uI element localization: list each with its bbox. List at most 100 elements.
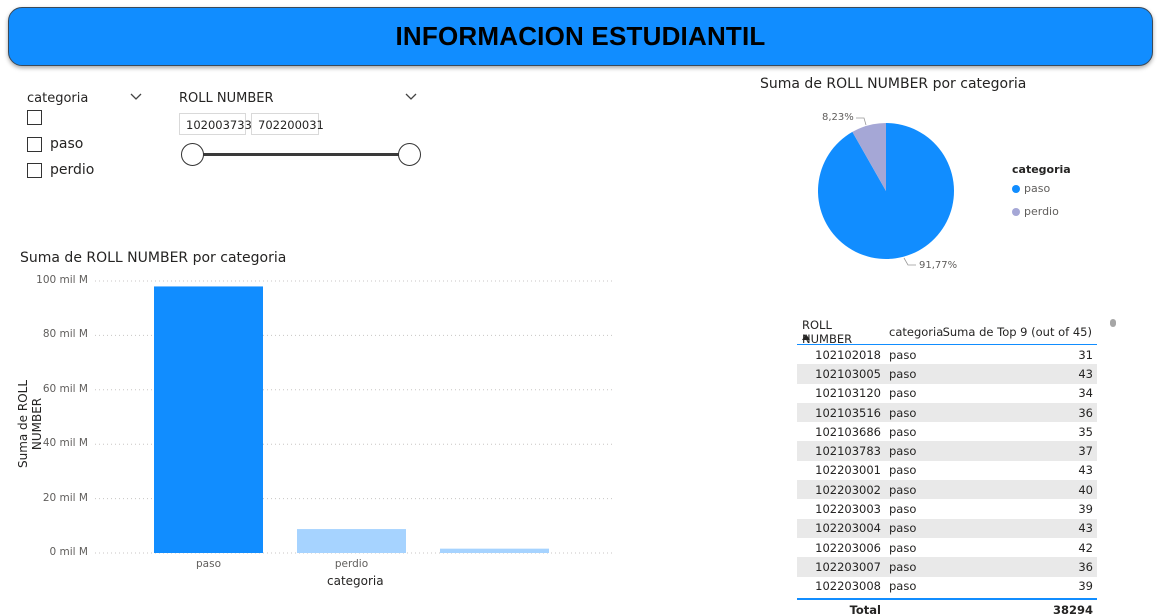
cell-categoria: paso bbox=[889, 366, 917, 381]
legend-dot bbox=[1012, 184, 1020, 193]
bar-paso[interactable] bbox=[154, 286, 263, 553]
column-header-roll-number[interactable]: ROLL NUMBER bbox=[797, 318, 885, 346]
sort-ascending-icon[interactable] bbox=[802, 334, 810, 340]
bar-chart-title: Suma de ROLL NUMBER por categoria bbox=[20, 250, 287, 266]
cell-roll-number: 102203008 bbox=[815, 579, 881, 594]
table-row[interactable]: 102103120 paso 34 bbox=[797, 384, 1097, 403]
table-row[interactable]: 102203001 paso 43 bbox=[797, 461, 1097, 480]
table-row[interactable]: 102102018 paso 31 bbox=[797, 345, 1097, 364]
cell-categoria: paso bbox=[889, 559, 917, 574]
cell-suma: 35 bbox=[1078, 424, 1093, 439]
top-roll-table: ROLL NUMBER categoria Suma de Top 9 (out… bbox=[797, 318, 1097, 615]
cell-suma: 31 bbox=[1078, 347, 1093, 362]
cell-roll-number: 102103005 bbox=[815, 366, 881, 381]
table-row[interactable]: 102203002 paso 40 bbox=[797, 480, 1097, 500]
cell-roll-number: 102103516 bbox=[815, 405, 881, 420]
cell-categoria: paso bbox=[889, 521, 917, 536]
cell-categoria: paso bbox=[889, 502, 917, 517]
cell-categoria: paso bbox=[889, 444, 917, 459]
cell-roll-number: 102203003 bbox=[815, 502, 881, 517]
bar-blank[interactable] bbox=[440, 548, 549, 553]
categoria-option-perdio[interactable]: perdio bbox=[27, 162, 94, 178]
table-row[interactable]: 102103783 paso 37 bbox=[797, 441, 1097, 461]
page-banner: INFORMACION ESTUDIANTIL bbox=[8, 7, 1153, 66]
cell-suma: 39 bbox=[1078, 502, 1093, 517]
cell-roll-number: 102103120 bbox=[815, 386, 881, 401]
range-slider-track[interactable] bbox=[192, 153, 410, 156]
checkbox[interactable] bbox=[27, 110, 42, 125]
pie-leader-line bbox=[856, 117, 867, 126]
cell-suma: 37 bbox=[1078, 444, 1093, 459]
cell-roll-number: 102203002 bbox=[815, 482, 881, 497]
cell-suma: 43 bbox=[1078, 521, 1093, 536]
pie-label-paso: 91,77% bbox=[919, 260, 958, 271]
cell-roll-number: 102102018 bbox=[815, 347, 881, 362]
cell-suma: 36 bbox=[1078, 559, 1093, 574]
cell-categoria: paso bbox=[889, 482, 917, 497]
range-slider-max-handle[interactable] bbox=[398, 143, 421, 166]
y-tick-label: 0 mil M bbox=[49, 546, 88, 558]
legend-label: paso bbox=[1024, 182, 1051, 195]
cell-suma: 43 bbox=[1078, 366, 1093, 381]
categoria-option-blank[interactable] bbox=[27, 110, 50, 125]
y-tick-label: 80 mil M bbox=[42, 328, 88, 341]
cell-suma: 34 bbox=[1078, 386, 1093, 401]
roll-number-slicer-title: ROLL NUMBER bbox=[179, 91, 274, 106]
table-total-row: Total 38294 bbox=[797, 597, 1097, 615]
bar-y-axis-title: Suma de ROLL NUMBER bbox=[16, 379, 44, 469]
header-label: ROLL NUMBER bbox=[802, 318, 853, 346]
chevron-down-icon[interactable] bbox=[405, 93, 417, 101]
table-body: 102102018 paso 31 102103005 paso 43 102103120 p… bbox=[797, 345, 1097, 596]
roll-min-input[interactable]: 102003733 bbox=[179, 113, 252, 135]
bar-chart bbox=[95, 280, 612, 554]
roll-max-input[interactable]: 702200031 bbox=[251, 113, 324, 135]
table-row[interactable]: 102103686 paso 35 bbox=[797, 422, 1097, 441]
pie-chart bbox=[818, 117, 954, 266]
table-row[interactable]: 102103516 paso 36 bbox=[797, 402, 1097, 423]
chevron-down-icon[interactable] bbox=[130, 93, 142, 101]
x-category-label: paso bbox=[196, 558, 221, 570]
table-scrollbar[interactable] bbox=[1110, 319, 1116, 327]
range-slider-min-handle[interactable] bbox=[181, 143, 204, 166]
cell-suma: 39 bbox=[1078, 579, 1093, 594]
table-row[interactable]: 102103005 paso 43 bbox=[797, 364, 1097, 384]
option-label: paso bbox=[50, 136, 84, 152]
column-header-suma[interactable]: Suma de Top 9 (out of 45) bbox=[941, 325, 1097, 339]
page-title: INFORMACION ESTUDIANTIL bbox=[395, 21, 766, 51]
legend-item-perdio[interactable]: perdio bbox=[1012, 205, 1059, 218]
bar-x-axis-title: categoria bbox=[327, 574, 384, 588]
cell-categoria: paso bbox=[889, 347, 917, 362]
table-row[interactable]: 102203006 paso 42 bbox=[797, 538, 1097, 557]
column-header-categoria[interactable]: categoria bbox=[885, 325, 943, 339]
cell-categoria: paso bbox=[889, 540, 917, 555]
cell-roll-number: 102203007 bbox=[815, 559, 881, 574]
legend-dot bbox=[1012, 207, 1020, 216]
legend-label: perdio bbox=[1024, 205, 1059, 218]
cell-categoria: paso bbox=[889, 386, 917, 401]
checkbox[interactable] bbox=[27, 136, 42, 152]
legend-item-paso[interactable]: paso bbox=[1012, 182, 1050, 195]
cell-categoria: paso bbox=[889, 405, 917, 420]
cell-suma: 42 bbox=[1078, 540, 1093, 555]
total-value: 38294 bbox=[1052, 602, 1093, 615]
table-header: ROLL NUMBER categoria Suma de Top 9 (out… bbox=[797, 318, 1097, 346]
cell-categoria: paso bbox=[889, 579, 917, 594]
total-label: Total bbox=[849, 602, 881, 615]
table-row[interactable]: 102203008 paso 39 bbox=[797, 577, 1097, 596]
categoria-option-paso[interactable]: paso bbox=[27, 136, 83, 152]
pie-label-perdio: 8,23% bbox=[822, 112, 854, 123]
table-row[interactable]: 102203003 paso 39 bbox=[797, 499, 1097, 518]
bar-perdio[interactable] bbox=[297, 529, 406, 553]
cell-suma: 40 bbox=[1078, 482, 1093, 497]
table-row[interactable]: 102203004 paso 43 bbox=[797, 518, 1097, 538]
table-row[interactable]: 102203007 paso 36 bbox=[797, 557, 1097, 577]
cell-categoria: paso bbox=[889, 463, 917, 478]
cell-roll-number: 102203001 bbox=[815, 463, 881, 478]
cell-roll-number: 102203006 bbox=[815, 540, 881, 555]
pie-chart-title: Suma de ROLL NUMBER por categoria bbox=[760, 76, 1027, 92]
pie-leader-line bbox=[903, 257, 916, 266]
y-tick-label: 100 mil M bbox=[36, 274, 88, 286]
checkbox[interactable] bbox=[27, 162, 42, 178]
cell-categoria: paso bbox=[889, 424, 917, 439]
categoria-slicer-title: categoria bbox=[27, 91, 89, 106]
